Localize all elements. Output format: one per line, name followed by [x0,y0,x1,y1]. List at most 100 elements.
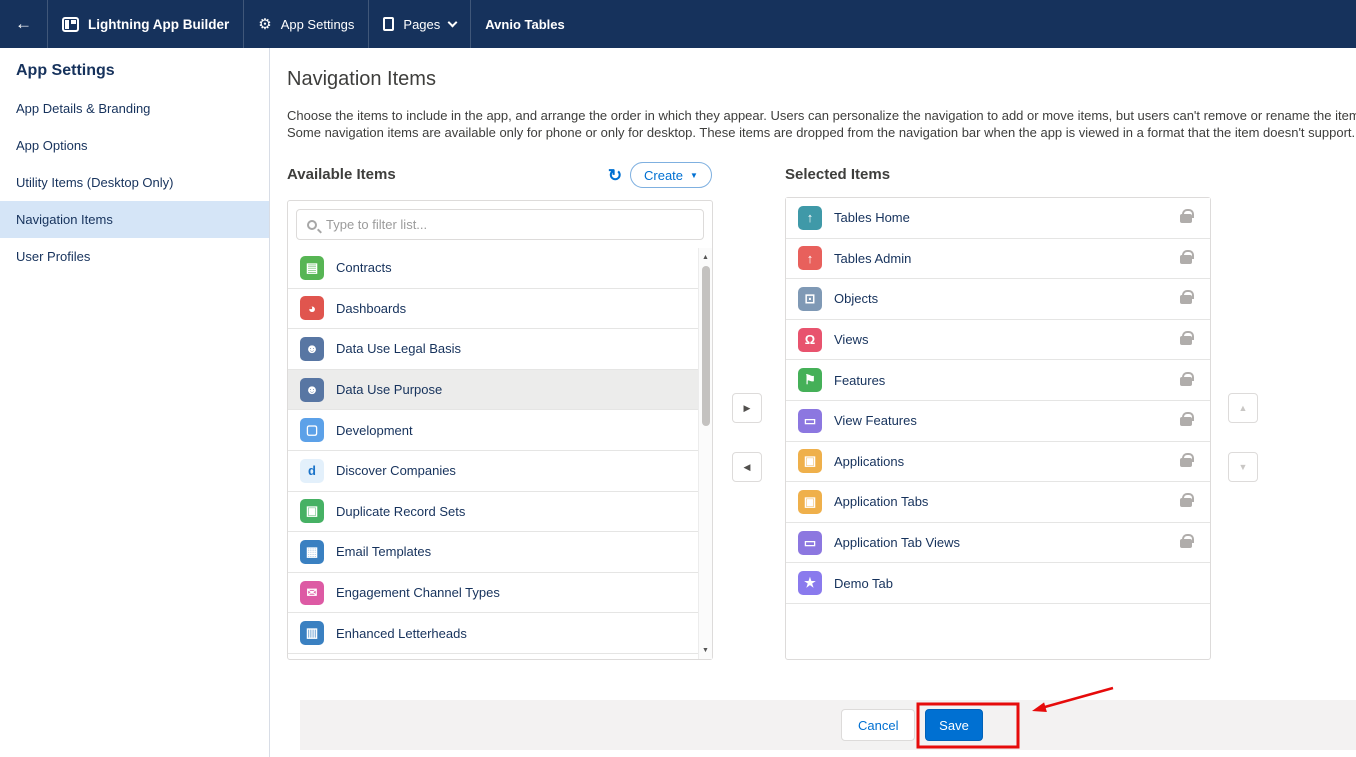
save-button[interactable]: Save [925,709,983,741]
scroll-up-arrow[interactable]: ▲ [699,250,712,264]
reorder-down-button[interactable]: ▼ [1228,452,1258,482]
selected-list-item[interactable]: ▭ View Features [786,401,1210,442]
list-item-label: Features [834,373,885,388]
selected-list-item[interactable]: ▣ Application Tabs [786,482,1210,523]
selected-list-item[interactable]: ↑ Tables Home [786,198,1210,239]
lock-icon [1180,539,1192,548]
sidebar-item[interactable]: Utility Items (Desktop Only) [0,164,269,201]
sidebar-item-label: App Options [16,138,88,153]
arrow-right-icon: ▶ [744,403,751,414]
available-list-item[interactable]: ▤ Contracts [288,248,698,289]
scroll-down-arrow[interactable]: ▼ [699,643,712,657]
current-app-name-label: Avnio Tables [485,17,564,32]
item-icon: ✉ [300,581,324,605]
action-footer: Cancel Save [300,700,1356,750]
item-icon: ↑ [798,206,822,230]
filter-search-input[interactable] [326,217,693,232]
sidebar-title: App Settings [0,48,269,90]
lock-icon [1180,458,1192,467]
item-icon: ⚑ [798,368,822,392]
lock-icon [1180,214,1192,223]
list-item-label: View Features [834,413,917,428]
sidebar-item[interactable]: App Options [0,127,269,164]
list-scrollbar[interactable]: ▲ ▼ [698,248,712,659]
sidebar-item[interactable]: User Profiles [0,238,269,275]
list-item-label: Discover Companies [336,463,456,478]
available-list-item[interactable]: ◕ Dashboards [288,289,698,330]
item-icon: ▣ [798,449,822,473]
refresh-button[interactable]: ↻ [602,163,628,189]
refresh-icon: ↻ [608,166,622,185]
sidebar-item-label: Navigation Items [16,212,113,227]
available-list-item[interactable]: ☻ Data Use Purpose [288,370,698,411]
move-to-selected-button[interactable]: ▶ [732,393,762,423]
list-item-label: Engagement Channel Types [336,585,500,600]
lock-icon [1180,417,1192,426]
available-list-item[interactable]: ▣ Duplicate Record Sets [288,492,698,533]
available-list-item[interactable]: ▢ Development [288,410,698,451]
list-item-label: Application Tabs [834,494,928,509]
scrollbar-thumb[interactable] [702,266,710,426]
selected-list-item[interactable]: ▣ Applications [786,442,1210,483]
available-list-item[interactable]: ▦ Email Templates [288,532,698,573]
selected-list-item[interactable]: Ω Views [786,320,1210,361]
pages-menu[interactable]: Pages [369,0,471,48]
reorder-up-button[interactable]: ▲ [1228,393,1258,423]
list-item-label: Email Templates [336,544,431,559]
list-item-label: Data Use Purpose [336,382,442,397]
available-list-item[interactable]: ☻ Data Use Legal Basis [288,329,698,370]
item-icon: d [300,459,324,483]
list-item-label: Tables Home [834,210,910,225]
item-icon: Ω [798,328,822,352]
list-item-label: Development [336,423,413,438]
selected-list-item[interactable]: ⊡ Objects [786,279,1210,320]
list-item-label: Application Tab Views [834,535,960,550]
arrow-down-icon: ▼ [1239,462,1248,472]
caret-down-icon: ▼ [690,171,698,180]
lock-icon [1180,377,1192,386]
item-icon: ▭ [798,531,822,555]
list-item-label: Objects [834,291,878,306]
sidebar-item-label: App Details & Branding [16,101,150,116]
selected-list-item[interactable]: ▭ Application Tab Views [786,523,1210,564]
available-items-list: ▤ Contracts ◕ Dashboards ☻ [288,248,698,659]
list-item-label: Enhanced Letterheads [336,626,467,641]
available-items-heading: Available Items [287,166,396,183]
move-to-available-button[interactable]: ◀ [732,452,762,482]
item-icon: ▣ [798,490,822,514]
item-icon: ☻ [300,337,324,361]
selected-items-list: ↑ Tables Home ↑ Tables Admin [786,198,1210,659]
page-icon [383,17,394,31]
selected-list-item[interactable]: ↑ Tables Admin [786,239,1210,280]
list-item-label: Applications [834,454,904,469]
description-line-2: Some navigation items are available only… [287,125,1356,140]
item-icon: ▣ [300,499,324,523]
back-arrow-icon: ← [15,14,32,34]
item-icon: ▤ [300,256,324,280]
search-icon [307,220,317,230]
available-list-item[interactable]: d Discover Companies [288,451,698,492]
cancel-button[interactable]: Cancel [841,709,915,741]
back-button[interactable]: ← [0,0,48,48]
list-item-label: Data Use Legal Basis [336,341,461,356]
item-icon: ▭ [798,409,822,433]
create-button[interactable]: Create ▼ [630,162,712,188]
arrow-left-icon: ◀ [744,462,751,473]
lock-icon [1180,295,1192,304]
gear-icon: ⚙ [258,15,271,33]
list-item-label: Dashboards [336,301,406,316]
arrow-up-icon: ▲ [1239,403,1248,413]
sidebar-item[interactable]: Navigation Items [0,201,269,238]
lock-icon [1180,498,1192,507]
available-list-item[interactable]: ✉ Engagement Channel Types [288,573,698,614]
item-icon: ★ [798,571,822,595]
item-icon: ▦ [300,540,324,564]
app-builder-label: Lightning App Builder [88,17,229,32]
sidebar-item[interactable]: App Details & Branding [0,90,269,127]
selected-items-heading: Selected Items [785,166,890,183]
available-items-listbox: ▤ Contracts ◕ Dashboards ☻ [287,200,713,660]
available-list-item[interactable]: ▥ Enhanced Letterheads [288,613,698,654]
selected-list-item[interactable]: ⚑ Features [786,360,1210,401]
selected-list-item[interactable]: ★ Demo Tab [786,563,1210,604]
app-settings-menu[interactable]: ⚙ App Settings [244,0,369,48]
